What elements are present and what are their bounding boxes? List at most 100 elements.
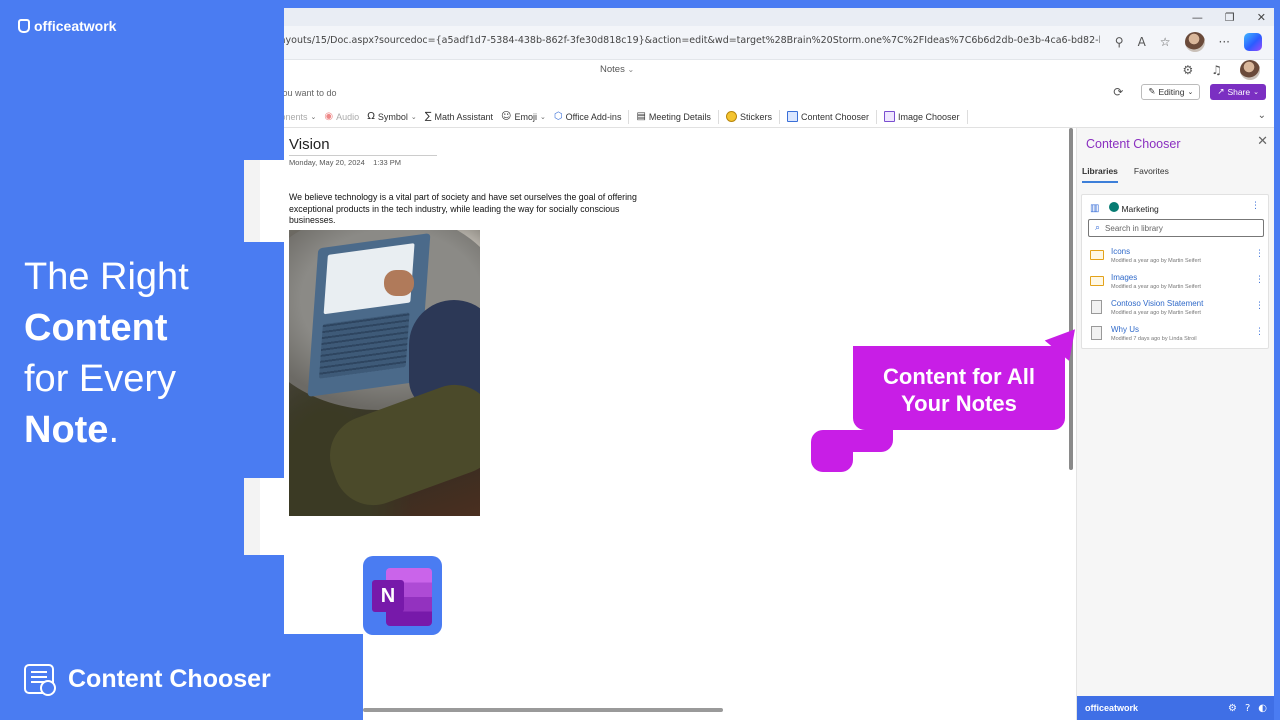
more-options-icon[interactable]: ⋮ [1251,201,1260,211]
sharepoint-icon [1109,202,1120,212]
horizontal-scrollbar[interactable] [363,708,723,712]
profile-avatar[interactable] [1184,32,1205,52]
chevron-down-icon: ⌄ [410,112,417,121]
item-meta: Modified a year ago by Martin Seifert [1111,258,1201,264]
sync-icon[interactable]: ⟳ [1113,85,1123,99]
folder-icon [1090,250,1104,260]
omega-icon: Ω [367,111,375,122]
more-icon[interactable]: ··· [1219,35,1230,49]
search-icon: ⌕ [1095,223,1101,233]
more-options-icon[interactable]: ⋮ [1255,275,1264,285]
record-icon: ◉ [324,111,334,122]
emoji-icon: ☺ [501,111,512,122]
ribbon-divider [778,109,780,124]
address-bar: arketing/_layouts/15/Doc.aspx?sourcedoc=… [230,26,1274,60]
page-title[interactable]: Vision [289,136,437,156]
content-chooser-panel: Content Chooser ✕ Libraries Favorites ▥ … [1076,128,1274,720]
item-name[interactable]: Contoso Vision Statement [1111,299,1203,309]
backdrop-shape [230,0,1280,8]
callout-shape [811,430,853,472]
notebook-title[interactable]: Notes ⌄ [600,64,634,75]
chevron-down-icon: ⌄ [1187,89,1194,96]
window-controls: — ❐ ✕ [1192,8,1266,26]
chevron-down-icon: ⌄ [1253,89,1259,96]
close-window-icon[interactable]: ✕ [1257,11,1266,24]
ribbon-divider [628,109,630,124]
chevron-down-icon: ⌄ [627,65,635,74]
list-item[interactable]: Contoso Vision Statement Modified a year… [1090,299,1264,325]
ribbon-audio[interactable]: ◉ Audio [320,111,363,122]
more-options-icon[interactable]: ⋮ [1255,327,1264,337]
library-card: ▥ Marketing ⋮ ⌕ Search in library Icons … [1081,194,1269,349]
image-chooser-icon [884,111,895,122]
footer-brand: officeatwork [1085,703,1139,713]
libraries-icon[interactable]: ▥ [1090,203,1099,214]
settings-gear-icon[interactable]: ⚙ [1182,63,1193,77]
note-photo[interactable] [289,230,480,516]
app-header: Notes ⌄ ⚙ ♫ [230,60,1274,82]
address-bar-icons: ⚲ A ☆ ··· [1115,32,1262,52]
library-search-input[interactable]: ⌕ Search in library [1088,219,1264,237]
page-timestamp: Monday, May 20, 2024 1:33 PM [289,158,402,167]
ribbon-divider [717,109,719,124]
zoom-icon[interactable]: ⚲ [1115,35,1124,49]
document-icon [1091,326,1102,340]
more-options-icon[interactable]: ⋮ [1255,249,1264,259]
read-aloud-icon[interactable]: A [1138,35,1146,49]
user-avatar[interactable] [1240,60,1260,80]
list-item[interactable]: Images Modified a year ago by Martin Sei… [1090,273,1264,299]
item-meta: Modified a year ago by Martin Seifert [1111,284,1201,290]
list-item[interactable]: Icons Modified a year ago by Martin Seif… [1090,247,1264,273]
settings-gear-icon[interactable]: ⚙ [1228,703,1237,714]
ribbon-meeting-details[interactable]: ▤ Meeting Details [632,111,714,122]
url-field[interactable]: arketing/_layouts/15/Doc.aspx?sourcedoc=… [230,35,1100,46]
meeting-icon: ▤ [636,111,646,122]
mode-controls: ⟳ ✎ Editing ⌄ ↗ Share ⌄ [1113,84,1266,100]
content-chooser-product-icon [24,664,56,696]
favorite-star-icon[interactable]: ☆ [1160,35,1171,49]
minimize-icon[interactable]: — [1192,11,1203,24]
backdrop-shape [1274,0,1280,720]
more-options-icon[interactable]: ⋮ [1255,301,1264,311]
share-icon: ↗ [1217,87,1225,97]
tab-favorites[interactable]: Favorites [1134,164,1169,183]
backdrop-shape [230,242,284,478]
document-icon [1091,300,1102,314]
library-selector[interactable]: Marketing [1109,202,1159,214]
item-meta: Modified a year ago by Martin Seifert [1111,310,1201,316]
pencil-icon: ✎ [1148,87,1156,97]
ribbon-office-addins[interactable]: ⬡ Office Add-ins [550,111,626,122]
tab-strip: — ❐ ✕ [230,8,1274,26]
page-body-text[interactable]: We believe technology is a vital part of… [289,192,649,227]
item-name[interactable]: Icons [1111,247,1201,257]
item-name[interactable]: Why Us [1111,325,1197,335]
copilot-icon[interactable] [1244,33,1262,51]
command-row: ne what you want to do ⟳ ✎ Editing ⌄ ↗ S… [230,82,1274,106]
ribbon-stickers[interactable]: Stickers [722,111,776,122]
notification-bell-icon[interactable]: ♫ [1211,63,1222,77]
help-icon[interactable]: ? [1245,703,1250,714]
ribbon-emoji[interactable]: ☺ Emoji ⌄ [497,111,550,122]
theme-icon[interactable]: ◐ [1258,703,1267,714]
ribbon-content-chooser[interactable]: Content Chooser [783,111,873,122]
ribbon-symbol[interactable]: Ω Symbol ⌄ [363,111,421,122]
folder-icon [1090,276,1104,286]
tab-libraries[interactable]: Libraries [1082,164,1118,183]
footer-icons: ⚙ ? ◐ [1228,703,1267,714]
content-chooser-icon [786,111,798,122]
vertical-scrollbar[interactable] [1069,128,1073,470]
ribbon-math-assistant[interactable]: ∑ Math Assistant [421,111,497,122]
close-icon[interactable]: ✕ [1257,134,1268,149]
editing-mode-button[interactable]: ✎ Editing ⌄ [1141,84,1201,100]
callout-shape [853,430,893,452]
panel-title: Content Chooser [1086,137,1181,151]
share-button[interactable]: ↗ Share ⌄ [1210,84,1266,100]
item-name[interactable]: Images [1111,273,1201,283]
item-meta: Modified 7 days ago by Linda Stroil [1111,336,1197,342]
list-item[interactable]: Why Us Modified 7 days ago by Linda Stro… [1090,325,1264,351]
officeatwork-logo: officeatwork [18,18,116,34]
ribbon-image-chooser[interactable]: Image Chooser [880,111,964,122]
restore-icon[interactable]: ❐ [1225,11,1235,24]
ribbon-expand-chevron-icon[interactable]: ⌄ [1258,110,1266,121]
backdrop-shape [284,634,363,720]
